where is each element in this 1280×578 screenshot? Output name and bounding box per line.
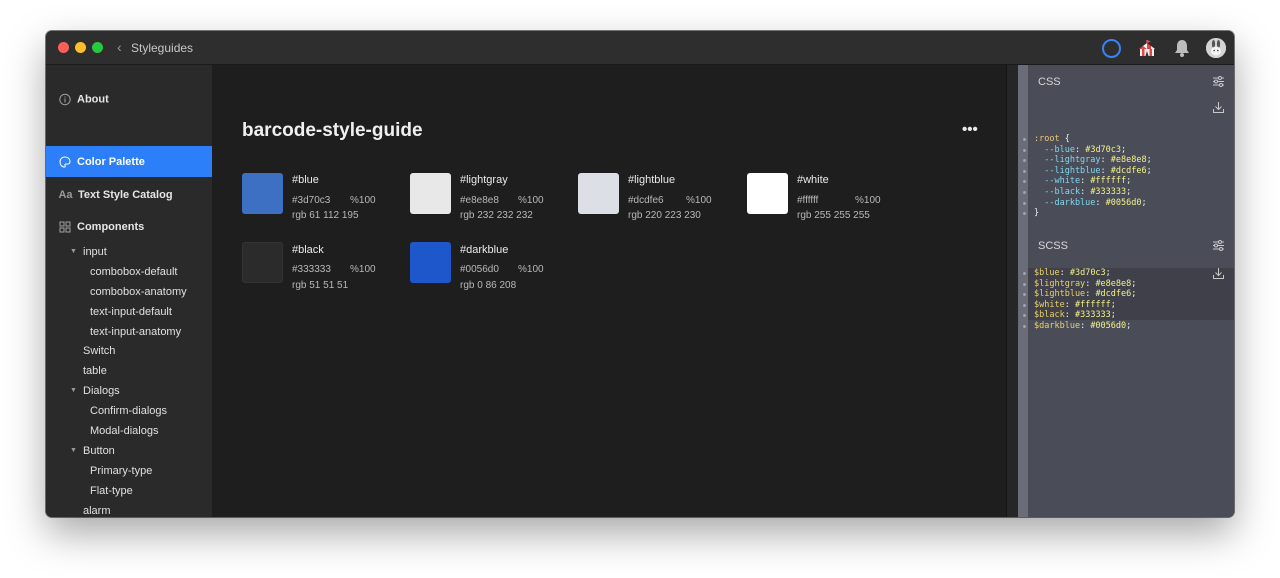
color-name: #blue — [292, 174, 319, 186]
expand-triangle-icon[interactable]: ▼ — [70, 381, 77, 401]
sidebar-item-label: Text Style Catalog — [78, 188, 173, 201]
sidebar-item-color-palette[interactable]: Color Palette — [46, 146, 212, 177]
tree-item-text-input-default[interactable]: text-input-default — [90, 302, 172, 322]
code-line: --black: #333333; — [1023, 187, 1234, 198]
tree-item-confirm-dialogs[interactable]: Confirm-dialogs — [90, 401, 167, 421]
tree-item-button[interactable]: Button — [83, 441, 115, 461]
color-hex: #333333 — [292, 264, 331, 275]
code-line: $black: #333333; — [1023, 310, 1234, 321]
code-line: --darkblue: #0056d0; — [1023, 198, 1234, 209]
app-window: ‹ Styleguides About Color Palette Aa Tex… — [46, 31, 1234, 517]
color-hex: #0056d0 — [460, 264, 499, 275]
code-line: $blue: #3d70c3; — [1023, 268, 1234, 279]
tree-item-table[interactable]: table — [83, 361, 107, 381]
sidebar-item-label: About — [77, 93, 109, 105]
sidebar-item-components[interactable]: Components — [46, 211, 212, 242]
page-title: barcode-style-guide — [242, 120, 423, 141]
code-line: } — [1023, 208, 1234, 219]
color-swatch[interactable] — [410, 173, 451, 214]
scss-panel-title: SCSS — [1038, 240, 1068, 252]
color-swatch[interactable] — [578, 173, 619, 214]
palette-icon — [58, 155, 71, 168]
tree-item-switch[interactable]: Switch — [83, 341, 115, 361]
tree-item-text-input-anatomy[interactable]: text-input-anatomy — [90, 322, 181, 342]
sidebar-item-text-style-catalog[interactable]: Aa Text Style Catalog — [46, 179, 212, 210]
sidebar: About Color Palette Aa Text Style Catalo… — [46, 65, 212, 517]
tree-item-combobox-default[interactable]: combobox-default — [90, 262, 177, 282]
panel-divider[interactable] — [1006, 65, 1018, 517]
tree-item-primary-type[interactable]: Primary-type — [90, 461, 152, 481]
sidebar-item-about[interactable]: About — [46, 84, 212, 115]
color-swatch[interactable] — [747, 173, 788, 214]
window-title[interactable]: Styleguides — [131, 41, 193, 55]
sidebar-item-label: Color Palette — [77, 155, 145, 168]
code-line: --lightgray: #e8e8e8; — [1023, 155, 1234, 166]
bell-icon[interactable] — [1172, 38, 1192, 58]
expand-triangle-icon[interactable]: ▼ — [70, 441, 77, 461]
color-rgb: rgb 232 232 232 — [460, 210, 533, 221]
css-code-block[interactable]: :root { --blue: #3d70c3; --lightgray: #e… — [1023, 134, 1234, 219]
color-hex: #dcdfe6 — [628, 195, 664, 206]
tree-item-flat-type[interactable]: Flat-type — [90, 481, 133, 501]
code-line: $lightgray: #e8e8e8; — [1023, 279, 1234, 290]
color-opacity: %100 — [518, 264, 544, 275]
tree-item-alarm[interactable]: alarm — [83, 501, 111, 517]
download-icon[interactable] — [1212, 267, 1225, 280]
color-rgb: rgb 220 223 230 — [628, 210, 701, 221]
title-bar: ‹ Styleguides — [46, 31, 1234, 65]
color-hex: #e8e8e8 — [460, 195, 499, 206]
ring-icon[interactable] — [1102, 39, 1121, 58]
code-line: $white: #ffffff; — [1023, 300, 1234, 311]
tree-item-input[interactable]: input — [83, 242, 107, 262]
close-window-button[interactable] — [58, 42, 69, 53]
color-swatch[interactable] — [242, 173, 283, 214]
color-hex: #ffffff — [797, 195, 819, 206]
tree-item-dialogs[interactable]: Dialogs — [83, 381, 120, 401]
download-icon[interactable] — [1212, 101, 1225, 114]
code-line: :root { — [1023, 134, 1234, 145]
avatar[interactable] — [1206, 38, 1226, 58]
tree-item-combobox-anatomy[interactable]: combobox-anatomy — [90, 282, 187, 302]
zoom-window-button[interactable] — [92, 42, 103, 53]
code-gutter — [1018, 65, 1028, 517]
settings-sliders-icon[interactable] — [1212, 75, 1225, 88]
css-panel-title: CSS — [1038, 76, 1061, 88]
sidebar-item-label: Components — [77, 220, 145, 233]
circus-tent-icon[interactable] — [1137, 38, 1157, 58]
color-rgb: rgb 0 86 208 — [460, 280, 517, 291]
color-name: #darkblue — [460, 244, 509, 256]
color-opacity: %100 — [350, 195, 376, 206]
back-chevron-icon[interactable]: ‹ — [117, 40, 122, 54]
text-style-icon: Aa — [58, 188, 73, 201]
more-options-button[interactable]: ••• — [962, 122, 978, 137]
color-rgb: rgb 255 255 255 — [797, 210, 870, 221]
code-line: $darkblue: #0056d0; — [1023, 321, 1234, 332]
color-name: #lightgray — [460, 174, 508, 186]
code-line: $lightblue: #dcdfe6; — [1023, 289, 1234, 300]
tree-item-modal-dialogs[interactable]: Modal-dialogs — [90, 421, 158, 441]
color-hex: #3d70c3 — [292, 195, 331, 206]
code-line: --white: #ffffff; — [1023, 176, 1234, 187]
code-line: --blue: #3d70c3; — [1023, 145, 1234, 156]
color-rgb: rgb 51 51 51 — [292, 280, 349, 291]
color-opacity: %100 — [686, 195, 712, 206]
components-icon — [58, 220, 71, 233]
color-name: #black — [292, 244, 324, 256]
color-swatch[interactable] — [410, 242, 451, 283]
settings-sliders-icon[interactable] — [1212, 239, 1225, 252]
code-panel: CSS :root { --blue: #3d70c3; --lightgray… — [1023, 65, 1234, 517]
color-swatch[interactable] — [242, 242, 283, 283]
color-opacity: %100 — [855, 195, 881, 206]
scss-code-block[interactable]: $blue: #3d70c3; $lightgray: #e8e8e8; $li… — [1023, 268, 1234, 331]
color-name: #white — [797, 174, 829, 186]
code-line: --lightblue: #dcdfe6; — [1023, 166, 1234, 177]
minimize-window-button[interactable] — [75, 42, 86, 53]
main-content: barcode-style-guide ••• #blue #3d70c3 %1… — [212, 65, 1006, 517]
color-rgb: rgb 61 112 195 — [292, 210, 359, 221]
color-opacity: %100 — [350, 264, 376, 275]
expand-triangle-icon[interactable]: ▼ — [70, 242, 77, 262]
color-name: #lightblue — [628, 174, 676, 186]
info-icon — [58, 93, 71, 106]
color-opacity: %100 — [518, 195, 544, 206]
